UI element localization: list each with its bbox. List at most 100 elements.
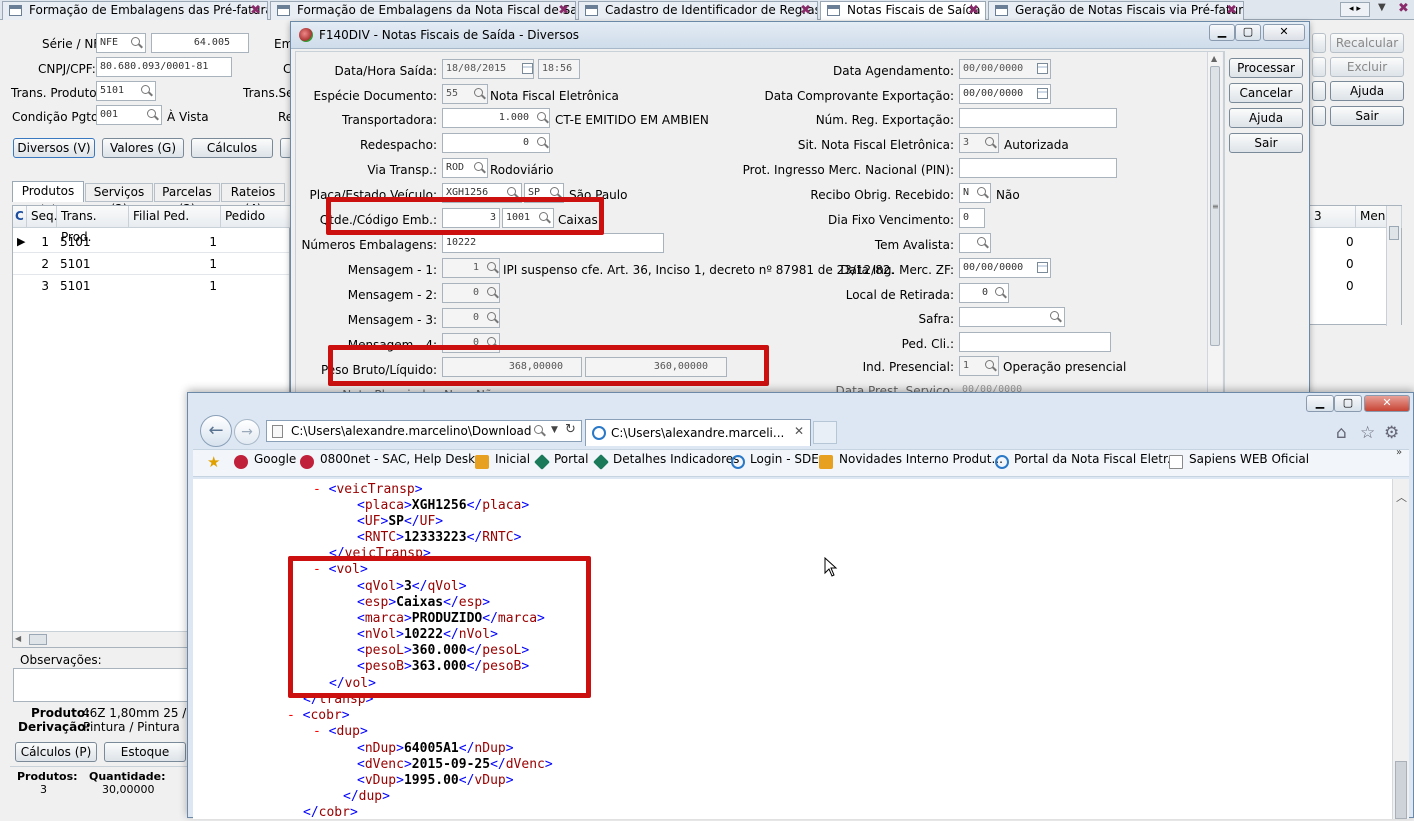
favorite-link[interactable]: Inicial [495,452,530,466]
tab-notas-fiscais-saida[interactable]: Notas Fiscais de Saída ✖ [820,1,986,20]
calendar-icon[interactable] [522,63,533,74]
search-icon[interactable] [140,84,154,98]
search-icon[interactable] [984,359,998,373]
calendar-icon[interactable] [1037,88,1048,99]
close-tab-icon[interactable]: ✖ [1226,2,1237,19]
dia-fixo-vencimento-input[interactable]: 0 [959,208,985,228]
hidden-button[interactable] [1312,57,1326,77]
ajuda-button[interactable]: Ajuda [1229,108,1303,128]
grid-cell[interactable]: 5101 [60,279,91,293]
numeros-embalagens-input[interactable]: 10222 [442,233,664,253]
ajuda-bg-button[interactable]: Ajuda [1330,81,1404,101]
tab-scroll-arrows[interactable]: ◂ ▸ [1340,2,1370,17]
calendar-icon[interactable] [1037,63,1048,74]
maximize-button[interactable]: ▢ [1235,24,1261,41]
grid-cell[interactable]: 1 [203,279,217,293]
transportadora-input[interactable]: 1.000 [442,108,550,128]
back-button[interactable]: ← [200,415,232,447]
grid-header-filial[interactable]: Filial Ped. [129,206,221,228]
search-icon[interactable] [473,161,487,175]
new-tab-button[interactable] [813,421,837,444]
favorite-link[interactable]: Login - SDE [750,452,819,466]
processar-button[interactable]: Processar [1229,58,1303,78]
grid-cell[interactable]: 5101 [60,257,91,271]
diversos-button[interactable]: Diversos (V) [13,138,95,158]
grid-cell[interactable]: 1 [203,257,217,271]
data-saida-input[interactable]: 18/08/2015 [442,59,534,79]
prot-ingresso-pin-input[interactable] [959,158,1117,178]
grid-cell[interactable]: 3 [37,279,49,293]
tab-produtos[interactable]: Produtos (1) [12,181,84,217]
search-icon[interactable] [976,186,990,200]
close-tab-icon[interactable]: ✖ [968,2,979,19]
hora-saida-input[interactable]: 18:56 [538,59,580,79]
observacoes-textarea[interactable] [13,668,190,702]
dialog-titlebar[interactable]: F140DIV - Notas Fiscais de Saída - Diver… [291,22,1309,49]
close-all-icon[interactable]: ✖ [1398,1,1409,16]
estoque-button[interactable]: Estoque [104,742,186,762]
num-reg-exportacao-input[interactable] [959,108,1117,128]
tab-rateios[interactable]: Rateios (4) [221,183,285,216]
address-bar[interactable]: C:\Users\alexandre.marcelino\Downloads\N… [266,420,582,442]
grid-header-trans-prod[interactable]: Trans. Prod. [57,206,129,244]
tab-geracao-nf-prefaturas[interactable]: Geração de Notas Fiscais via Pré-faturas… [988,1,1244,20]
search-icon[interactable] [130,36,144,50]
favorite-link[interactable]: Novidades Interno Produt... [839,452,1003,466]
search-icon[interactable] [486,311,500,325]
hidden-button[interactable] [1312,81,1326,101]
vertical-scrollbar[interactable] [1386,206,1401,326]
grid-cell[interactable]: 2 [37,257,49,271]
sair-button[interactable]: Sair [1229,133,1303,153]
gear-icon[interactable]: ⚙ [1384,423,1399,443]
browser-minimize-button[interactable]: ▁ [1306,395,1334,412]
cancelar-button[interactable]: Cancelar [1229,83,1303,103]
favorite-link[interactable]: 0800net - SAC, Help Desk,... [320,452,490,466]
tab-servicos[interactable]: Serviços (2) [85,183,153,216]
dialog-vertical-scrollbar[interactable]: ▲ ≡ [1207,52,1222,394]
favorites-add-icon[interactable]: ★ [207,453,220,471]
grid-header-pedido[interactable]: Pedido [221,206,291,228]
home-icon[interactable]: ⌂ [1336,423,1347,443]
hidden-button[interactable] [1312,33,1326,53]
browser-tab[interactable]: C:\Users\alexandre.marceli... ✕ [585,419,811,446]
grid-header-c[interactable]: C [13,206,27,228]
redespacho-input[interactable]: 0 [442,133,550,153]
grid-cell[interactable]: 1 [203,235,217,249]
grid-cell[interactable]: 0 [1346,279,1354,293]
tab-formacao-prefaturas[interactable]: Formação de Embalagens das Pré-faturas ✖ [2,1,268,20]
close-tab-icon[interactable]: ✖ [558,2,569,19]
search-icon[interactable] [486,261,500,275]
sair-bg-button[interactable]: Sair [1330,106,1404,126]
ped-cli-input[interactable] [959,332,1111,352]
search-icon[interactable] [486,286,500,300]
grid-cell[interactable]: 1 [37,235,49,249]
hidden-button[interactable] [1312,106,1326,126]
calculos-p-button[interactable]: Cálculos (P) [15,742,97,762]
dropdown-icon[interactable]: ▼ [551,425,558,435]
recalcular-button[interactable]: Recalcular [1330,33,1404,53]
tab-list-dropdown-icon[interactable]: ▼ [1378,2,1386,13]
browser-maximize-button[interactable]: ▢ [1334,395,1362,412]
browser-close-button[interactable]: ✕ [1364,395,1410,412]
search-icon[interactable] [533,424,547,438]
nf-number-input[interactable]: 64.005 [151,33,249,53]
favorite-link[interactable]: Detalhes Indicadores [613,452,739,466]
forward-button[interactable]: → [234,419,260,445]
grid-header-right[interactable]: 3 [1310,206,1356,228]
grid-cell[interactable]: 0 [1346,257,1354,271]
cnpj-input[interactable]: 80.680.093/0001-81 [96,57,232,77]
tab-cadastro-regras[interactable]: Cadastro de Identificador de Regras ✖ [578,1,818,20]
excluir-button[interactable]: Excluir [1330,57,1404,77]
favorite-link[interactable]: Sapiens WEB Oficial [1189,452,1309,466]
minimize-button[interactable]: ▁ [1209,24,1235,41]
grid-header-seq[interactable]: Seq. [27,206,57,228]
valores-button[interactable]: Valores (G) [102,138,184,158]
favorite-link[interactable]: Portal [554,452,588,466]
favorites-overflow-icon[interactable]: » [1396,447,1402,458]
browser-scrollbar[interactable]: ︿ [1392,479,1409,819]
close-button[interactable]: ✕ [1263,24,1305,41]
search-icon[interactable] [473,87,487,101]
search-icon[interactable] [146,108,160,122]
grid-cell[interactable]: 5101 [60,235,91,249]
grid-cell[interactable]: 0 [1346,235,1354,249]
